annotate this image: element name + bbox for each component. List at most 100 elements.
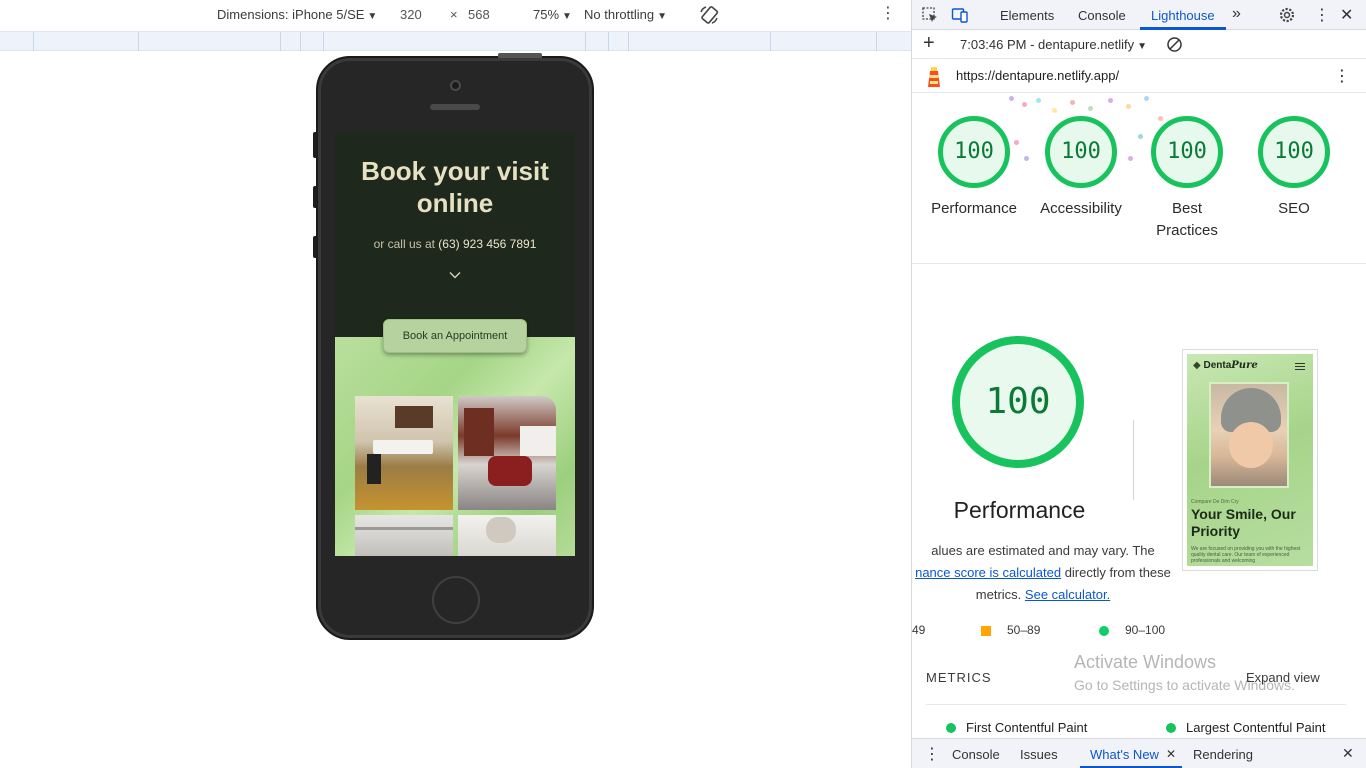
device-width-input[interactable]: 320 — [400, 7, 422, 22]
pass-dot-icon — [946, 723, 956, 733]
metrics-divider — [926, 704, 1346, 705]
close-devtools-icon[interactable]: ✕ — [1340, 5, 1353, 25]
rotate-icon[interactable] — [698, 4, 720, 26]
gauge-label-best-practices: Best Practices — [1156, 200, 1218, 239]
caret-down-icon: ▼ — [657, 11, 667, 22]
metrics-header: METRICS — [926, 670, 992, 685]
screen-root: Dimensions: iPhone 5/SE ▼ 320 × 568 75% ▼ … — [0, 0, 1366, 768]
note-line-1: alues are estimated and may vary. The — [931, 543, 1155, 558]
mute-switch — [313, 132, 317, 158]
child-photo — [1209, 382, 1289, 488]
hero-section: Book your visit online or call us at (63… — [335, 131, 575, 341]
best-practices-gauge[interactable]: 100 — [1151, 116, 1223, 188]
volume-up-button — [313, 186, 317, 208]
score-gauges: 100 Performance 100 Accessibility 100 Be… — [912, 94, 1366, 264]
camera-icon — [450, 80, 461, 91]
throttling-select[interactable]: No throttling ▼ — [584, 7, 667, 22]
note-line-2: nance score is calculated directly from … — [915, 565, 1171, 580]
final-screenshot-thumbnail[interactable]: ◆ DentaPure Compare De Dim Cry Your Smil… — [1182, 349, 1318, 571]
hamburger-menu-icon — [1295, 363, 1305, 370]
power-button — [498, 53, 542, 58]
score-legend: 49 50–89 90–100 — [912, 620, 1366, 640]
see-calculator-link[interactable]: See calculator. — [1025, 587, 1110, 602]
drawer-tab-whats-new[interactable]: What's New — [1090, 747, 1159, 762]
clinic-photo-4 — [458, 515, 556, 556]
score-calculated-link[interactable]: nance score is calculated — [915, 565, 1061, 580]
clear-report-icon[interactable] — [1166, 36, 1183, 53]
home-button — [432, 576, 480, 624]
device-dimensions-select[interactable]: Dimensions: iPhone 5/SE ▼ — [217, 7, 377, 22]
legend-average: 50–89 — [1007, 623, 1041, 637]
times-symbol: × — [450, 7, 458, 22]
report-url[interactable]: https://dentapure.netlify.app/ — [956, 68, 1119, 83]
thumbnail-eyebrow: Compare De Dim Cry — [1191, 499, 1239, 505]
media-query-ruler — [0, 31, 911, 51]
activate-windows-title: Activate Windows — [1074, 652, 1217, 672]
accessibility-gauge[interactable]: 100 — [1045, 116, 1117, 188]
chevron-down-icon[interactable] — [449, 269, 461, 281]
thumbnail-headline: Your Smile, Our Priority — [1191, 506, 1296, 539]
lighthouse-icon — [928, 67, 940, 87]
report-selector[interactable]: 7:03:46 PM - dentapure.netlify ▼ — [960, 37, 1147, 52]
plus-icon[interactable]: + — [923, 33, 935, 53]
speaker-grille — [430, 104, 480, 110]
report-url-bar: https://dentapure.netlify.app/ ⋮ — [912, 59, 1366, 93]
phone-number-link[interactable]: (63) 923 456 7891 — [438, 237, 536, 251]
devtools-menu-icon[interactable]: ⋮ — [1314, 5, 1330, 25]
lighthouse-toolbar: + 7:03:46 PM - dentapure.netlify ▼ — [912, 30, 1366, 59]
legend-average-swatch — [981, 626, 991, 636]
devtools-tabbar: Elements Console Lighthouse » ⋮ ✕ — [912, 0, 1366, 30]
device-toolbar: Dimensions: iPhone 5/SE ▼ 320 × 568 75% ▼ … — [0, 0, 911, 31]
drawer-tab-console[interactable]: Console — [952, 747, 1000, 762]
gauge-label-accessibility: Accessibility — [1040, 200, 1122, 217]
expand-view-button[interactable]: Expand view — [1246, 670, 1320, 685]
gauge-label-performance: Performance — [931, 200, 1017, 217]
performance-gauge[interactable]: 100 — [938, 116, 1010, 188]
report-menu-icon[interactable]: ⋮ — [1334, 66, 1350, 86]
note-line-3: metrics. See calculator. — [975, 587, 1111, 602]
drawer-tab-rendering[interactable]: Rendering — [1193, 747, 1253, 762]
close-tab-icon[interactable]: ✕ — [1166, 747, 1176, 761]
performance-heading: Performance — [953, 497, 1086, 523]
metric-first-contentful-paint: First Contentful Paint — [946, 720, 1087, 735]
vertical-divider — [1133, 420, 1134, 500]
device-emulation-pane: Dimensions: iPhone 5/SE ▼ 320 × 568 75% ▼ … — [0, 0, 911, 768]
close-drawer-icon[interactable]: ✕ — [1342, 745, 1354, 762]
drawer-tab-issues[interactable]: Issues — [1020, 747, 1058, 762]
caret-down-icon: ▼ — [1137, 41, 1148, 52]
seo-gauge[interactable]: 100 — [1258, 116, 1330, 188]
inspect-element-icon[interactable] — [921, 6, 939, 24]
book-appointment-button[interactable]: Book an Appointment — [383, 319, 527, 353]
legend-pass-swatch — [1099, 626, 1109, 636]
legend-pass: 90–100 — [1125, 623, 1166, 637]
caret-down-icon: ▼ — [367, 11, 378, 22]
clinic-photo-3 — [355, 515, 453, 556]
thumbnail-body: We are focused on providing you with the… — [1191, 546, 1301, 564]
drawer-menu-icon[interactable]: ⋮ — [924, 744, 940, 764]
dentapure-logo: ◆ DentaPure — [1193, 360, 1258, 371]
legend-fail: 49 — [912, 623, 926, 637]
emulated-viewport[interactable]: Book your visit online or call us at (63… — [335, 131, 575, 556]
metric-largest-contentful-paint: Largest Contentful Paint — [1166, 720, 1325, 735]
tab-lighthouse[interactable]: Lighthouse — [1151, 8, 1215, 23]
tab-elements[interactable]: Elements — [1000, 8, 1054, 23]
devtools-drawer: ⋮ Console Issues What's New ✕ Rendering … — [912, 738, 1366, 768]
device-height-input[interactable]: 568 — [468, 7, 490, 22]
gauge-label-seo: SEO — [1278, 200, 1310, 217]
volume-down-button — [313, 236, 317, 258]
more-tabs-icon[interactable]: » — [1232, 5, 1241, 23]
more-options-icon[interactable]: ⋮ — [880, 6, 896, 22]
caret-down-icon: ▼ — [562, 11, 572, 22]
performance-score-gauge: 100 — [952, 336, 1084, 468]
hero-subtitle: or call us at (63) 923 456 7891 — [373, 237, 537, 251]
performance-note: alues are estimated and may vary. The na… — [912, 540, 1178, 606]
tab-console[interactable]: Console — [1078, 8, 1126, 23]
devtools-panel: Elements Console Lighthouse » ⋮ ✕ + 7:03… — [911, 0, 1366, 768]
zoom-select[interactable]: 75% ▼ — [533, 7, 572, 22]
device-toggle-icon[interactable] — [951, 6, 969, 24]
gear-icon[interactable] — [1278, 6, 1296, 24]
hero-title: Book your visit online — [361, 156, 549, 218]
clinic-photo-1 — [355, 396, 453, 510]
clinic-photo-2 — [458, 396, 556, 510]
pass-dot-icon — [1166, 723, 1176, 733]
